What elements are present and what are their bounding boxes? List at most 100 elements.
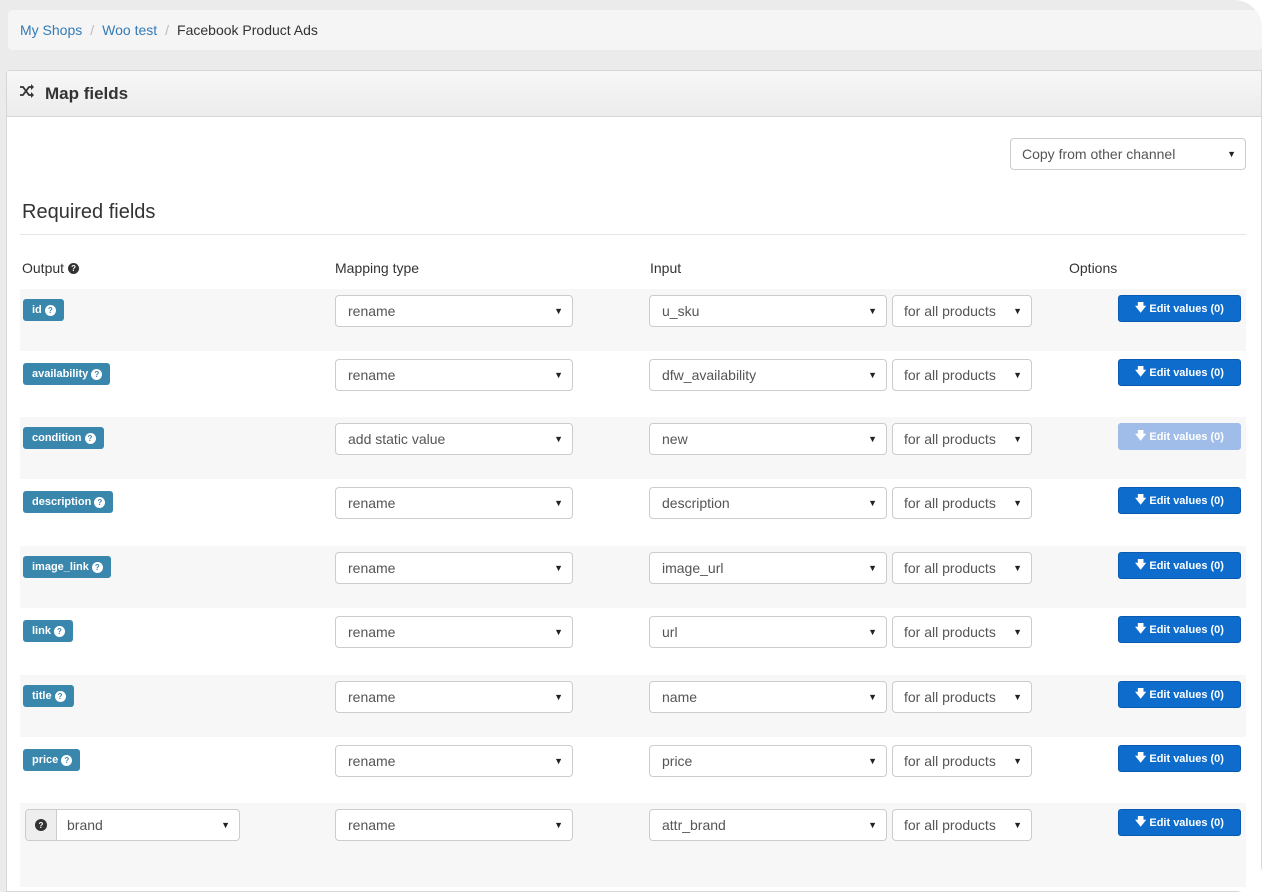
help-icon[interactable]: ? [91,561,103,573]
caret-down-icon: ▼ [868,563,877,573]
input-value: u_sku [662,303,700,319]
help-icon[interactable]: ? [53,625,65,637]
mapping-type-select[interactable]: add static value ▼ [335,423,573,455]
edit-values-button[interactable]: 🡇 Edit values (0) [1118,745,1241,772]
mapping-type-select[interactable]: rename ▼ [335,616,573,648]
scope-select[interactable]: for all products ▼ [892,745,1032,777]
scope-select[interactable]: for all products ▼ [892,809,1032,841]
input-select[interactable]: dfw_availability ▼ [649,359,887,391]
help-icon[interactable]: ? [84,432,96,444]
breadcrumb-my-shops[interactable]: My Shops [20,22,82,38]
arrow-down-icon: 🡇 [1135,816,1147,828]
input-select[interactable]: description ▼ [649,487,887,519]
arrow-down-icon: 🡇 [1135,366,1147,378]
table-row: image_link? rename ▼ image_url ▼ for all p… [20,546,1246,608]
help-icon[interactable]: ? [54,690,66,702]
output-label: condition [32,432,82,444]
table-row: price? rename ▼ price ▼ for all products ▼ … [20,739,1246,801]
edit-values-button[interactable]: 🡇 Edit values (0) [1118,616,1241,643]
caret-down-icon: ▼ [554,820,563,830]
input-select[interactable]: new ▼ [649,423,887,455]
input-select[interactable]: url ▼ [649,616,887,648]
scope-value: for all products [904,689,996,705]
input-select[interactable]: attr_brand ▼ [649,809,887,841]
table-row: ? brand ▼ rename ▼ attr_brand ▼ for all pro… [20,803,1246,887]
output-label-badge: image_link? [23,556,111,578]
edit-values-button[interactable]: 🡇 Edit values (0) [1118,681,1241,708]
scope-select[interactable]: for all products ▼ [892,552,1032,584]
scope-value: for all products [904,431,996,447]
arrow-down-icon: 🡇 [1135,559,1147,571]
edit-values-button[interactable]: 🡇 Edit values (0) [1118,359,1241,386]
output-field-value: brand [67,817,103,833]
mapping-type-select[interactable]: rename ▼ [335,487,573,519]
arrow-down-icon: 🡇 [1135,494,1147,506]
caret-down-icon: ▼ [868,692,877,702]
section-divider [20,234,1246,235]
table-row: title? rename ▼ name ▼ for all products ▼ 🡇… [20,675,1246,737]
edit-values-label: Edit values (0) [1149,302,1224,315]
caret-down-icon: ▼ [1013,498,1022,508]
input-select[interactable]: name ▼ [649,681,887,713]
edit-values-button-disabled: 🡇 Edit values (0) [1118,423,1241,450]
breadcrumb-woo-test[interactable]: Woo test [102,22,157,38]
scope-select[interactable]: for all products ▼ [892,681,1032,713]
copy-from-channel-select[interactable]: Copy from other channel ▼ [1010,138,1246,170]
caret-down-icon: ▼ [554,434,563,444]
mapping-type-select[interactable]: rename ▼ [335,552,573,584]
edit-values-button[interactable]: 🡇 Edit values (0) [1118,552,1241,579]
caret-down-icon: ▼ [868,370,877,380]
output-label: description [32,496,92,508]
mapping-type-select[interactable]: rename ▼ [335,809,573,841]
scope-select[interactable]: for all products ▼ [892,487,1032,519]
caret-down-icon: ▼ [1013,434,1022,444]
mapping-type-select[interactable]: rename ▼ [335,681,573,713]
scope-select[interactable]: for all products ▼ [892,359,1032,391]
output-field-value-wrap: brand ▼ [57,810,239,840]
mapping-type-value: rename [348,560,396,576]
caret-down-icon: ▼ [1013,692,1022,702]
help-addon: ? [26,810,57,840]
arrow-down-icon: 🡇 [1135,688,1147,700]
app-frame: My Shops / Woo test / Facebook Product A… [0,0,1262,892]
edit-values-label: Edit values (0) [1149,494,1224,507]
table-row: condition? add static value ▼ new ▼ for al… [20,417,1246,479]
help-icon[interactable]: ? [91,368,103,380]
help-icon[interactable]: ? [68,262,80,274]
panel-title: Map fields [45,83,129,103]
input-select[interactable]: u_sku ▼ [649,295,887,327]
help-icon[interactable]: ? [61,754,73,766]
scope-value: for all products [904,560,996,576]
caret-down-icon: ▼ [554,498,563,508]
scope-select[interactable]: for all products ▼ [892,616,1032,648]
breadcrumb-current: Facebook Product Ads [177,22,318,38]
edit-values-label: Edit values (0) [1149,816,1224,829]
help-icon[interactable]: ? [44,304,56,316]
edit-values-button[interactable]: 🡇 Edit values (0) [1118,809,1241,836]
mapping-type-value: rename [348,753,396,769]
help-icon[interactable]: ? [94,496,106,508]
shuffle-icon [19,84,35,103]
output-label: availability [32,368,89,380]
arrow-down-icon: 🡇 [1135,752,1147,764]
edit-values-button[interactable]: 🡇 Edit values (0) [1118,295,1241,322]
scope-select[interactable]: for all products ▼ [892,423,1032,455]
help-icon[interactable]: ? [35,819,47,831]
caret-down-icon: ▼ [554,756,563,766]
copy-select-value: Copy from other channel [1022,146,1176,162]
mapping-type-select[interactable]: rename ▼ [335,359,573,391]
scope-value: for all products [904,367,996,383]
mapping-type-value: rename [348,689,396,705]
column-header-output: Output ? [22,260,80,276]
input-select[interactable]: price ▼ [649,745,887,777]
edit-values-button[interactable]: 🡇 Edit values (0) [1118,487,1241,514]
input-select[interactable]: image_url ▼ [649,552,887,584]
scope-select[interactable]: for all products ▼ [892,295,1032,327]
input-value: image_url [662,560,724,576]
mapping-type-select[interactable]: rename ▼ [335,295,573,327]
table-row: id? rename ▼ u_sku ▼ for all products ▼ 🡇 Ed… [20,289,1246,351]
output-field-select[interactable]: ? brand ▼ [25,809,240,841]
output-label-badge: id? [23,299,64,321]
mapping-type-select[interactable]: rename ▼ [335,745,573,777]
mapping-type-value: rename [348,303,396,319]
